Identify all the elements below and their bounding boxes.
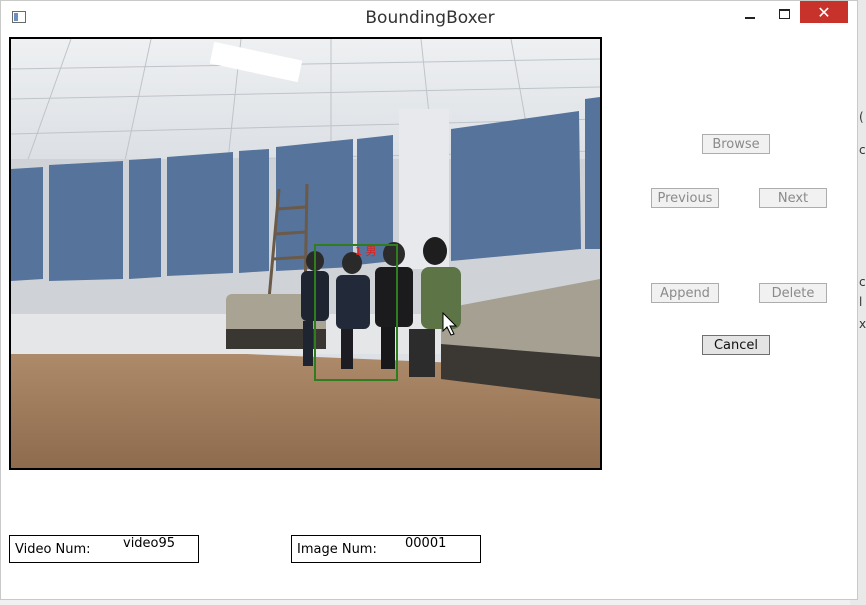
title-bar[interactable]: BoundingBoxer ✕ <box>1 1 857 35</box>
window-title: BoundingBoxer <box>365 8 495 28</box>
delete-button[interactable]: Delete <box>759 283 827 303</box>
scene-photo: 1 男 <box>11 39 600 468</box>
minimize-button[interactable] <box>735 1 765 27</box>
background-text-fragment: l <box>859 295 863 309</box>
background-text-fragment: c <box>859 275 866 289</box>
close-icon: ✕ <box>817 2 831 22</box>
image-num-label: Image Num: <box>297 542 377 557</box>
image-num-field: Image Num: 00001 <box>291 535 481 563</box>
background-text-fragment: ( <box>859 110 864 124</box>
append-button[interactable]: Append <box>651 283 719 303</box>
next-button[interactable]: Next <box>759 188 827 208</box>
browse-button[interactable]: Browse <box>702 134 770 154</box>
app-window: BoundingBoxer ✕ 1 男 Browse Previous Next… <box>0 0 858 600</box>
maximize-button[interactable] <box>769 1 799 27</box>
background-text-fragment: c <box>859 143 866 157</box>
image-canvas[interactable]: 1 男 <box>9 37 602 470</box>
video-num-value: video95 <box>123 536 176 551</box>
image-num-value: 00001 <box>405 536 447 551</box>
background-text-fragment: x <box>859 317 866 331</box>
close-button[interactable]: ✕ <box>800 1 848 23</box>
cancel-button[interactable]: Cancel <box>702 335 770 355</box>
video-num-label: Video Num: <box>15 542 91 557</box>
bounding-box-label: 1 男 <box>355 245 377 258</box>
previous-button[interactable]: Previous <box>651 188 719 208</box>
video-num-field: Video Num: video95 <box>9 535 199 563</box>
